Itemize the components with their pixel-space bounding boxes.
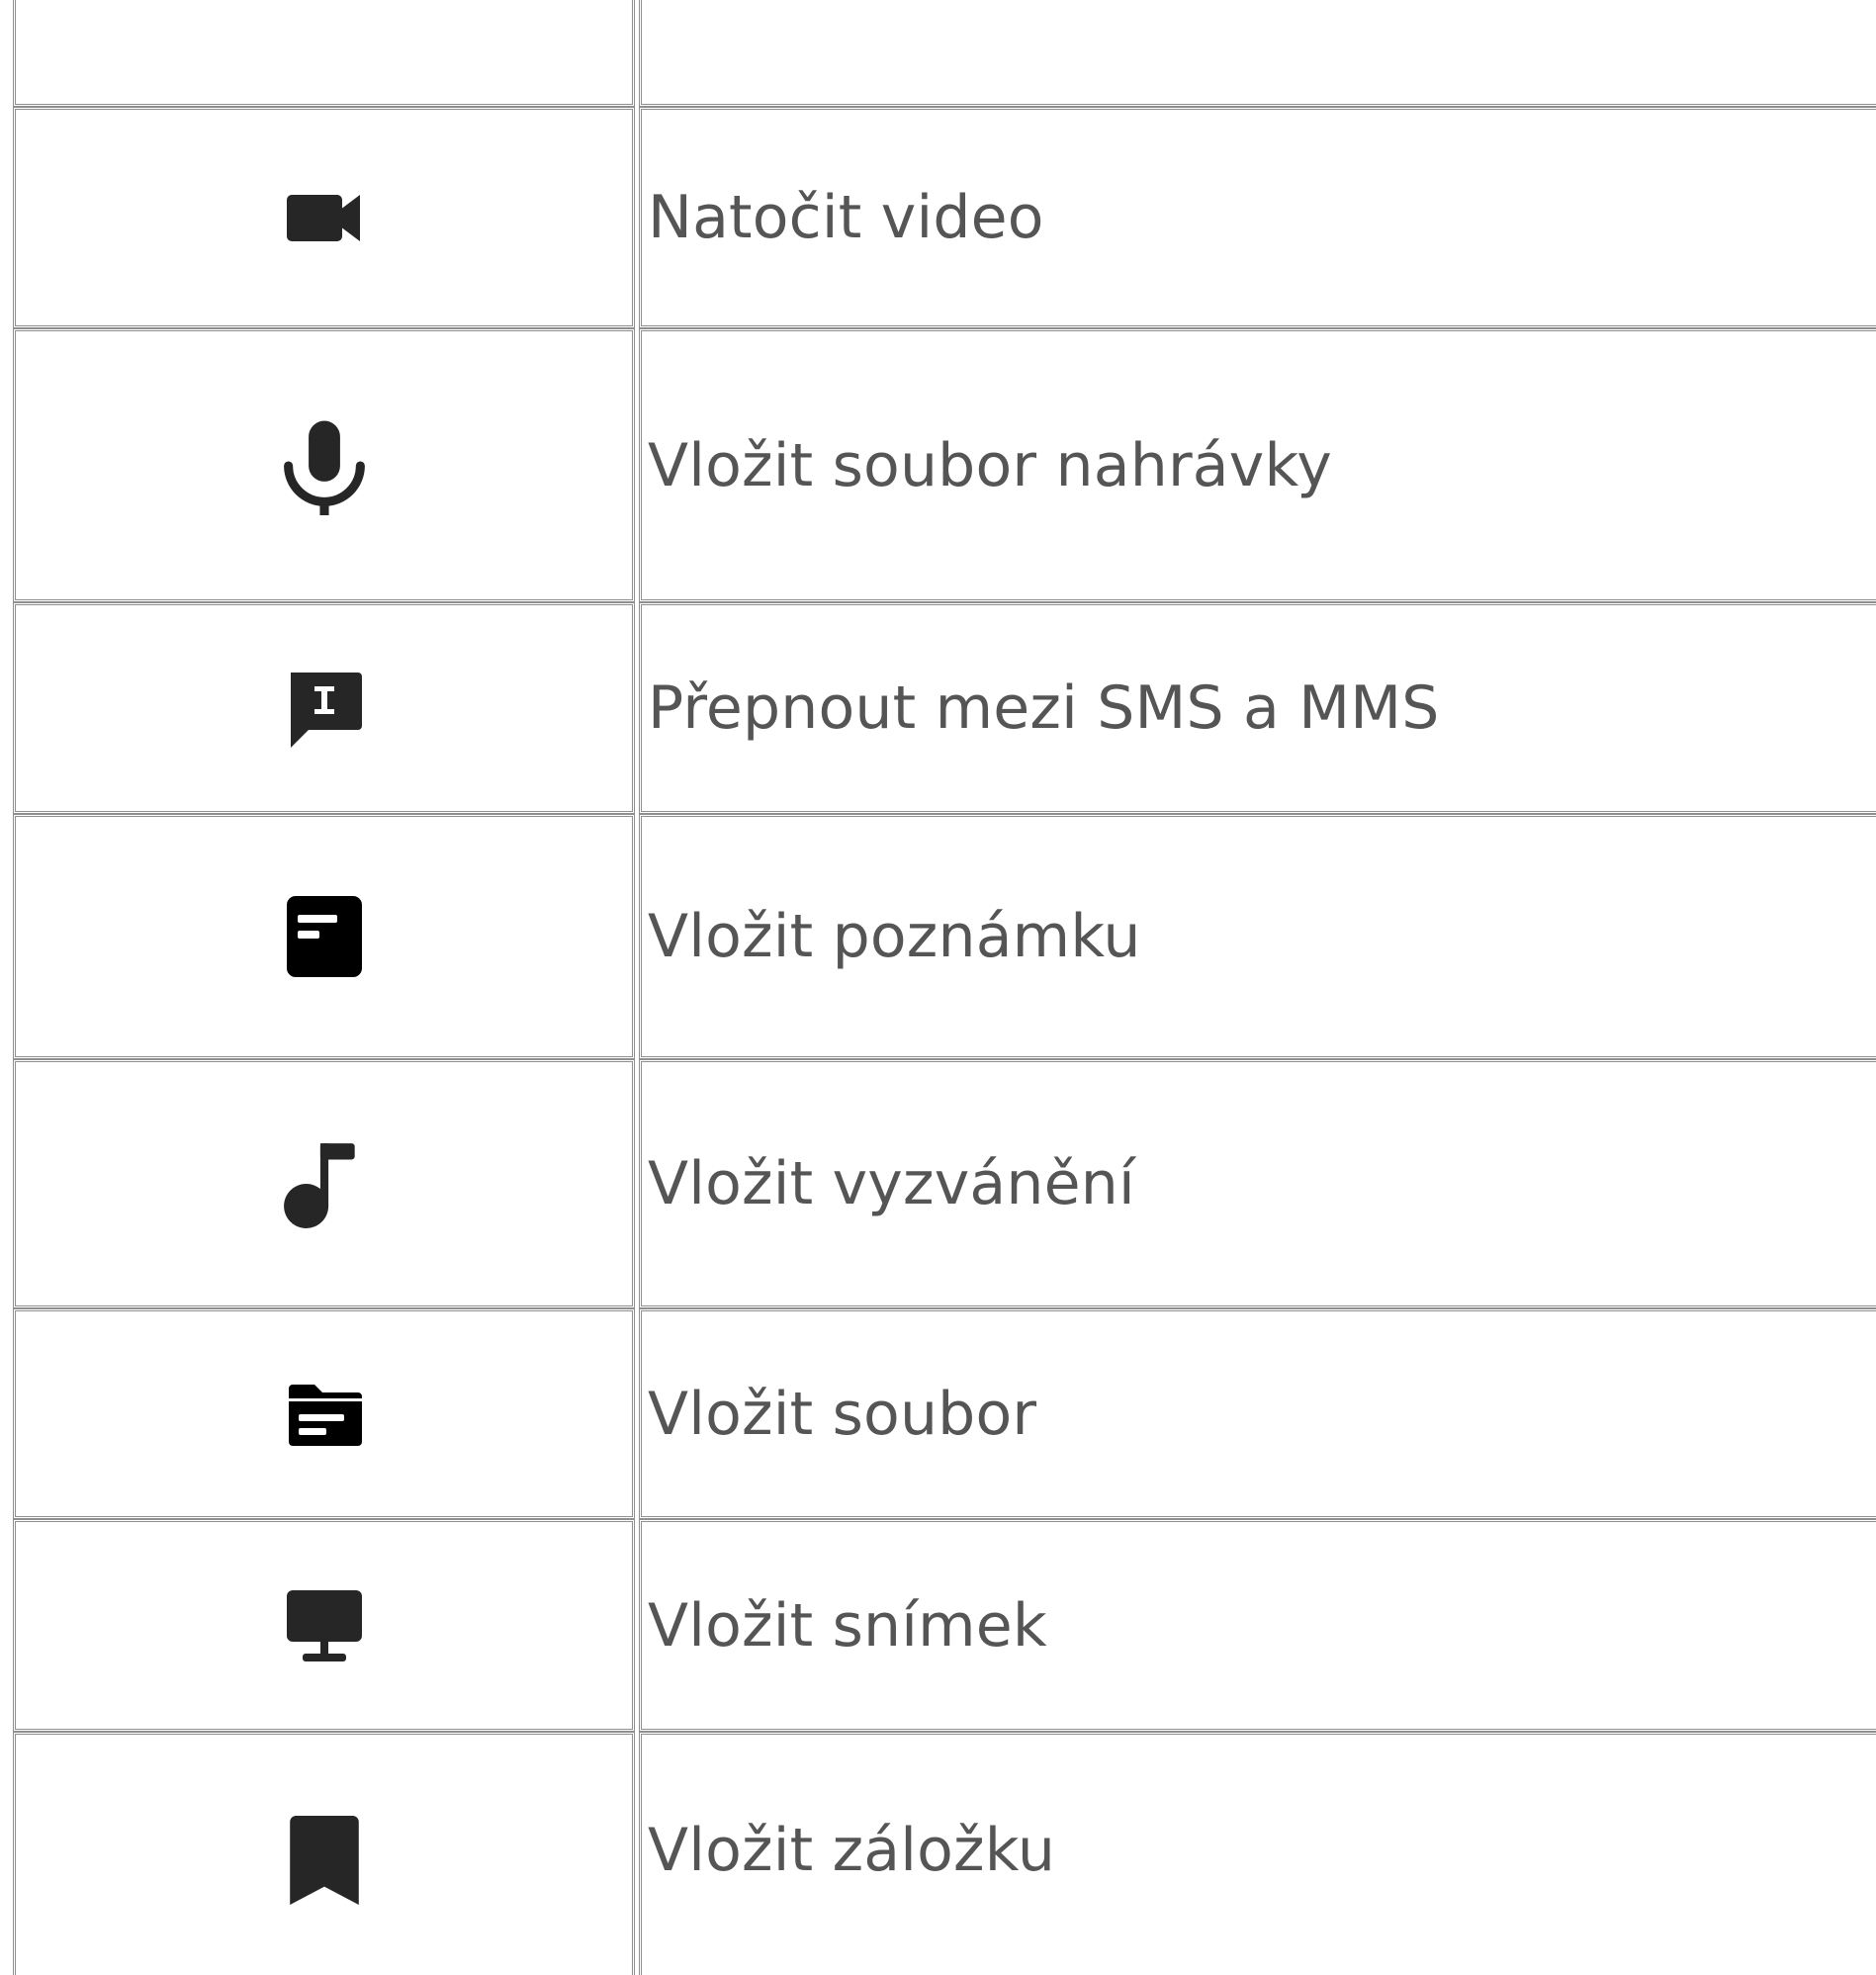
row-label: Vložit vyzvánění bbox=[648, 1149, 1135, 1218]
row-label: Vložit soubor nahrávky bbox=[648, 430, 1332, 500]
table-row: Vložit soubor bbox=[13, 1308, 1876, 1519]
icon-cell bbox=[13, 1732, 635, 1975]
bookmark-icon bbox=[289, 1816, 359, 1905]
table-row: Vložit poznámku bbox=[13, 814, 1876, 1059]
icon-cell bbox=[13, 814, 635, 1059]
sms-mms-message-icon bbox=[290, 673, 362, 748]
microphone-icon bbox=[283, 420, 365, 515]
table-row: Vložit soubor nahrávky bbox=[13, 328, 1876, 602]
table-row: Vložit vyzvánění bbox=[13, 1059, 1876, 1308]
table-row: Vložit záložku bbox=[13, 1732, 1876, 1975]
table-row: Natočit video bbox=[13, 107, 1876, 328]
row-label: Přepnout mezi SMS a MMS bbox=[648, 673, 1440, 743]
table-row bbox=[13, 0, 1876, 107]
label-cell: Vložit záložku bbox=[639, 1732, 1876, 1975]
note-icon bbox=[286, 896, 362, 977]
label-cell: Vložit poznámku bbox=[639, 814, 1876, 1059]
table-row: Přepnout mezi SMS a MMS bbox=[13, 602, 1876, 814]
music-note-icon bbox=[283, 1143, 355, 1228]
icon-cell bbox=[13, 1059, 635, 1308]
icon-cell bbox=[13, 0, 635, 107]
icon-cell bbox=[13, 602, 635, 814]
attachment-options-table: Natočit video Vložit soubor nahrávky Pře… bbox=[0, 0, 1876, 1975]
video-camera-icon bbox=[286, 195, 360, 241]
table-row: Vložit snímek bbox=[13, 1519, 1876, 1732]
row-label: Natočit video bbox=[648, 183, 1044, 252]
label-cell: Přepnout mezi SMS a MMS bbox=[639, 602, 1876, 814]
label-cell: Vložit soubor bbox=[639, 1308, 1876, 1519]
icon-cell bbox=[13, 1308, 635, 1519]
row-label: Vložit snímek bbox=[648, 1590, 1047, 1661]
icon-cell bbox=[13, 328, 635, 602]
label-cell: Natočit video bbox=[639, 107, 1876, 328]
row-label: Vložit soubor bbox=[648, 1379, 1037, 1449]
label-cell bbox=[639, 0, 1876, 107]
icon-cell bbox=[13, 107, 635, 328]
label-cell: Vložit snímek bbox=[639, 1519, 1876, 1732]
label-cell: Vložit soubor nahrávky bbox=[639, 328, 1876, 602]
icon-cell bbox=[13, 1519, 635, 1732]
folder-file-icon bbox=[288, 1384, 362, 1446]
row-label: Vložit záložku bbox=[648, 1816, 1056, 1885]
label-cell: Vložit vyzvánění bbox=[639, 1059, 1876, 1308]
row-label: Vložit poznámku bbox=[648, 902, 1141, 971]
monitor-icon bbox=[286, 1589, 362, 1661]
